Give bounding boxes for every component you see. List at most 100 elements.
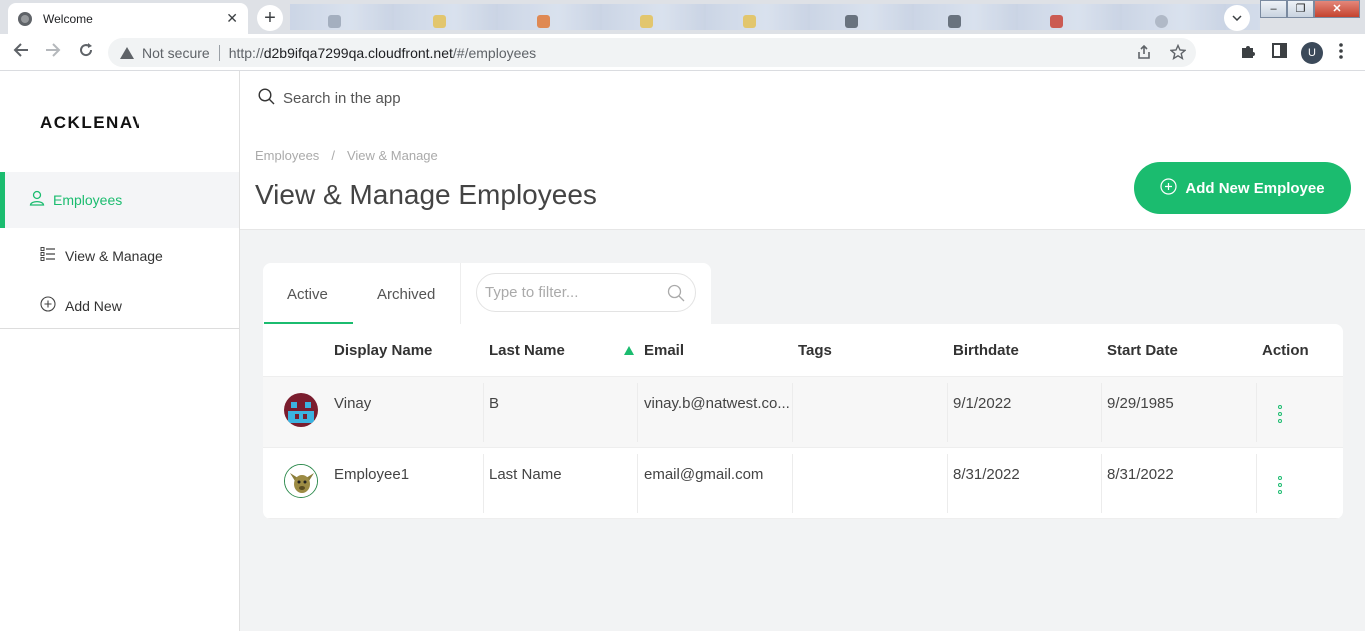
sort-ascending-icon[interactable] <box>624 346 634 355</box>
not-secure-label[interactable]: Not secure <box>142 45 210 61</box>
divider <box>637 454 638 513</box>
search-icon <box>258 88 275 109</box>
divider <box>792 454 793 513</box>
tab-search-button[interactable] <box>1224 5 1250 31</box>
close-icon[interactable]: ✕ <box>226 10 238 27</box>
divider <box>947 383 948 442</box>
tabs-bar: Active Archived Type to filter... <box>263 263 711 325</box>
table-row[interactable]: Employee1 Last Name email@gmail.com 8/31… <box>263 448 1343 519</box>
menu-kebab-icon[interactable] <box>1339 43 1343 63</box>
cell-start-date: 8/31/2022 <box>1107 466 1174 483</box>
avatar[interactable] <box>284 393 318 427</box>
main-content: Active Archived Type to filter... Displa… <box>240 230 1365 631</box>
breadcrumb-item-view-manage[interactable]: View & Manage <box>347 148 438 163</box>
divider <box>1101 383 1102 442</box>
cell-start-date: 9/29/1985 <box>1107 395 1174 412</box>
divider <box>0 328 239 329</box>
address-bar[interactable]: Not secure http://d2b9ifqa7299qa.cloudfr… <box>108 38 1196 67</box>
breadcrumb-separator: / <box>331 148 335 163</box>
tab-favicon-icon <box>1155 15 1168 28</box>
cell-last-name: B <box>489 395 500 412</box>
browser-tab-title: Welcome <box>43 11 93 26</box>
sidebar-item-view-manage[interactable]: View & Manage <box>40 246 163 265</box>
tab-favicon-icon <box>640 15 653 28</box>
side-panel-icon[interactable] <box>1272 43 1287 62</box>
column-header-action: Action <box>1262 342 1309 359</box>
person-icon <box>29 190 45 211</box>
page-header: Employees / View & Manage View & Manage Em… <box>240 131 1365 230</box>
add-button-label: Add New Employee <box>1185 179 1325 197</box>
breadcrumb-item-employees[interactable]: Employees <box>255 148 319 163</box>
divider <box>637 383 638 442</box>
url-host: d2b9ifqa7299qa.cloudfront.net <box>263 44 453 61</box>
list-icon <box>40 246 56 265</box>
table-header: Display Name Last Name Email Tags Birthd… <box>263 324 1343 377</box>
tab-favicon-icon <box>1050 15 1063 28</box>
sidebar: ACKLENAVENUE Employees View & Manage Add… <box>0 71 240 631</box>
search-icon[interactable] <box>667 284 685 306</box>
new-tab-button[interactable]: + <box>257 5 283 31</box>
column-header-display-name[interactable]: Display Name <box>334 342 432 359</box>
minimize-button[interactable]: – <box>1260 0 1287 18</box>
cell-display-name: Vinay <box>334 395 372 412</box>
plus-circle-icon <box>1160 177 1177 199</box>
search-input[interactable]: Search in the app <box>283 90 401 107</box>
cell-display-name: Employee1 <box>334 466 410 483</box>
divider <box>1256 454 1257 513</box>
tab-favicon-icon <box>537 15 550 28</box>
avatar[interactable] <box>284 464 318 498</box>
tab-favicon-icon <box>328 15 341 28</box>
forward-arrow-icon[interactable] <box>45 42 61 63</box>
divider <box>1101 454 1102 513</box>
row-actions-kebab-icon[interactable] <box>1278 405 1282 423</box>
divider <box>947 454 948 513</box>
divider <box>483 383 484 442</box>
column-header-birthdate[interactable]: Birthdate <box>953 342 1019 359</box>
add-new-employee-button[interactable]: Add New Employee <box>1134 162 1351 214</box>
maximize-button[interactable]: ❐ <box>1287 0 1314 18</box>
background-tabs[interactable] <box>290 4 1260 30</box>
row-actions-kebab-icon[interactable] <box>1278 476 1282 494</box>
column-header-email[interactable]: Email <box>644 342 684 359</box>
tab-favicon-icon <box>845 15 858 28</box>
sidebar-item-employees[interactable]: Employees <box>0 172 239 228</box>
share-icon[interactable] <box>1136 44 1152 63</box>
window-controls: – ❐ ✕ <box>1260 0 1360 20</box>
column-header-start-date[interactable]: Start Date <box>1107 342 1178 359</box>
sidebar-item-label: View & Manage <box>65 247 163 264</box>
sidebar-item-label: Add New <box>65 297 122 314</box>
back-arrow-icon[interactable] <box>13 42 29 63</box>
app-topbar: Search in the app <box>240 71 1365 131</box>
cell-birthdate: 8/31/2022 <box>953 466 1020 483</box>
extensions-puzzle-icon[interactable] <box>1240 43 1256 63</box>
cell-email: email@gmail.com <box>644 466 764 483</box>
window-close-button[interactable]: ✕ <box>1314 0 1360 18</box>
app-logo[interactable]: ACKLENAVENUE <box>40 113 139 133</box>
plus-circle-icon <box>40 296 56 315</box>
tab-favicon-icon <box>948 15 961 28</box>
tab-archived[interactable]: Archived <box>377 286 435 303</box>
divider <box>792 383 793 442</box>
app-search[interactable]: Search in the app <box>258 88 401 109</box>
cell-birthdate: 9/1/2022 <box>953 395 1012 412</box>
warning-icon <box>120 46 134 59</box>
cell-last-name: Last Name <box>489 466 562 483</box>
globe-icon <box>18 11 32 26</box>
column-header-last-name[interactable]: Last Name <box>489 342 565 359</box>
reload-icon[interactable] <box>78 42 94 63</box>
url-text[interactable]: http://d2b9ifqa7299qa.cloudfront.net/#/e… <box>229 45 536 61</box>
page-title: View & Manage Employees <box>255 179 597 210</box>
sidebar-item-add-new[interactable]: Add New <box>40 296 122 315</box>
browser-tabstrip: Welcome ✕ + – ❐ ✕ <box>0 0 1365 34</box>
table-row[interactable]: Vinay B vinay.b@natwest.co... 9/1/2022 9… <box>263 377 1343 448</box>
divider <box>1256 383 1257 442</box>
cell-email: vinay.b@natwest.co... <box>644 395 790 412</box>
breadcrumb: Employees / View & Manage <box>255 148 438 163</box>
profile-avatar[interactable]: U <box>1301 42 1323 64</box>
bookmark-star-icon[interactable] <box>1169 43 1187 63</box>
filter-input[interactable]: Type to filter... <box>476 273 696 312</box>
browser-toolbar: Not secure http://d2b9ifqa7299qa.cloudfr… <box>0 34 1365 71</box>
browser-tab-welcome[interactable]: Welcome ✕ <box>8 3 248 34</box>
tab-active[interactable]: Active <box>287 286 328 303</box>
column-header-tags[interactable]: Tags <box>798 342 832 359</box>
